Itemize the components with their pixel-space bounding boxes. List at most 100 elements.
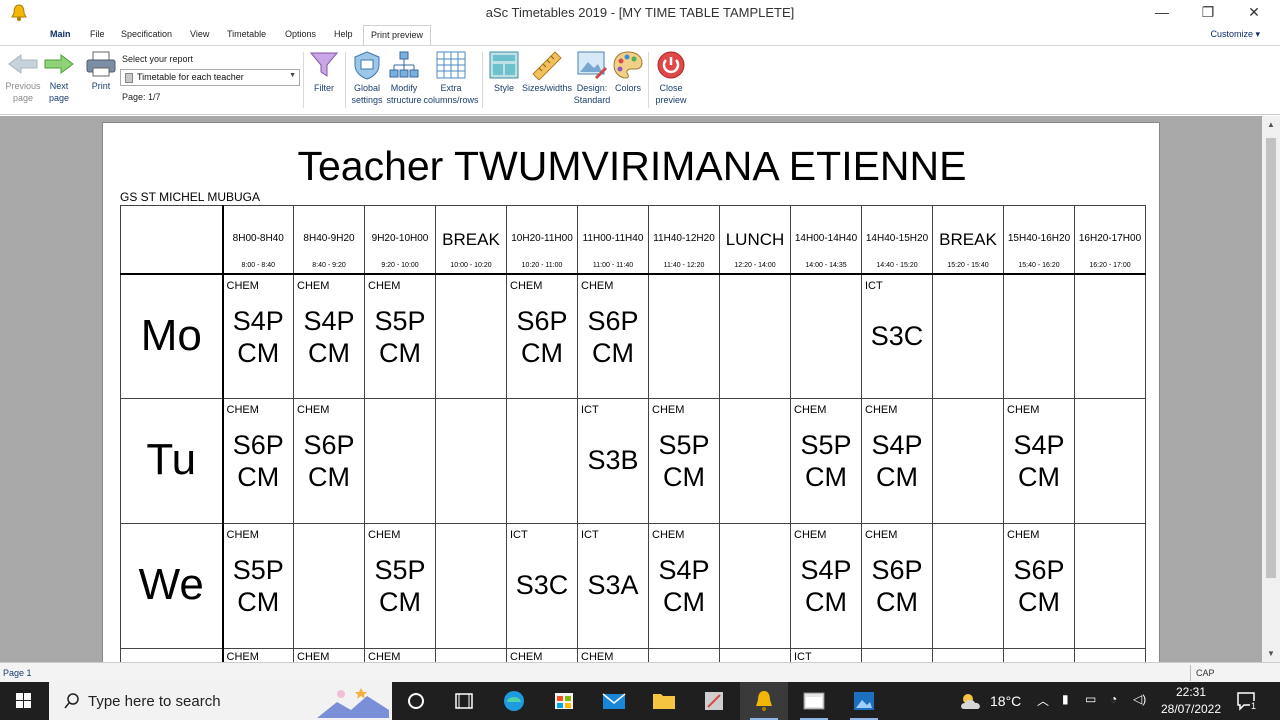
period-header: 11H40-12H20 11:40 - 12:20: [648, 205, 720, 275]
tab-main[interactable]: Main: [50, 29, 71, 39]
lesson-class: S3C: [870, 320, 924, 351]
edge-icon: [504, 691, 524, 711]
tab-view[interactable]: View: [190, 29, 209, 39]
lesson-cell: [1074, 648, 1146, 662]
lesson-cell: CHEM S6P CM: [293, 398, 365, 524]
windows-logo-icon: [16, 693, 31, 708]
maximize-button[interactable]: ❐: [1185, 0, 1231, 25]
lesson-subject: CHEM: [865, 529, 898, 541]
vertical-scrollbar[interactable]: ▲ ▼: [1262, 116, 1280, 662]
edge-app[interactable]: [490, 682, 538, 720]
period-header: 16H20-17H00 16:20 - 17:00: [1074, 205, 1146, 275]
lesson-cell: CHEM S5P CM: [364, 523, 436, 649]
volume-icon[interactable]: ◁): [1133, 692, 1146, 706]
weather-temperature[interactable]: 18°C: [990, 693, 1021, 709]
global-settings-button[interactable]: Global settings: [349, 50, 385, 106]
sizes-widths-button[interactable]: Sizes/widths: [522, 50, 572, 94]
previous-page-label: Previous page: [5, 81, 41, 103]
title-bar: aSc Timetables 2019 - [MY TIME TABLE TAM…: [0, 0, 1280, 25]
battery-icon[interactable]: ▭: [1085, 692, 1096, 706]
lesson-subject: ICT: [510, 529, 528, 541]
calculator-app[interactable]: [690, 682, 738, 720]
day-label: Tu: [146, 435, 197, 484]
modify-structure-label: Modify structure: [386, 83, 422, 105]
lesson-cell: [1003, 648, 1075, 662]
period-header: 9H20-10H00 9:20 - 10:00: [364, 205, 436, 275]
clock-time[interactable]: 22:31: [1158, 685, 1224, 699]
tab-options[interactable]: Options: [285, 29, 316, 39]
period-label: 14H40-15H20: [865, 233, 929, 244]
design-button[interactable]: Design: Standard: [572, 50, 612, 106]
file-explorer-app[interactable]: [640, 682, 688, 720]
lesson-cell: CHEM: [364, 648, 436, 662]
period-time: 11:40 - 12:20: [663, 262, 705, 269]
start-button[interactable]: [0, 682, 48, 720]
store-app[interactable]: [540, 682, 588, 720]
next-page-button[interactable]: Next page: [43, 50, 75, 104]
period-header: 10H20-11H00 10:20 - 11:00: [506, 205, 578, 275]
day-row: Mo CHEM S4P CM CHEM S4P CM CHEM S5P CM CHEM S6P CM CH…: [120, 273, 1146, 399]
day-cell: Tu: [120, 398, 224, 524]
toolbar-divider: [303, 52, 304, 108]
asc-timetables-app[interactable]: [740, 682, 788, 720]
bell-app-icon: [756, 691, 772, 711]
close-preview-button[interactable]: Close preview: [652, 50, 690, 106]
scroll-down-icon[interactable]: ▼: [1262, 645, 1280, 662]
lesson-subject: ICT: [581, 404, 599, 416]
period-time: 9:20 - 10:00: [381, 262, 419, 269]
notification-count: 1: [1250, 701, 1258, 711]
photos-tools-icon: [705, 692, 723, 710]
window-title: aSc Timetables 2019 - [MY TIME TABLE TAM…: [485, 5, 795, 20]
global-settings-label: Global settings: [351, 83, 383, 105]
day-row-partial: CHEM CHEM CHEM CHEM CHEM ICT: [120, 648, 1146, 662]
lesson-cell: CHEM: [577, 648, 649, 662]
sizes-widths-label: Sizes/widths: [522, 83, 573, 93]
report-select[interactable]: Timetable for each teacher ▼: [120, 69, 300, 86]
empty-cell: [1074, 273, 1146, 399]
empty-cell: [719, 523, 791, 649]
filter-button[interactable]: Filter: [306, 50, 342, 94]
scroll-up-icon[interactable]: ▲: [1262, 116, 1280, 133]
task-view-icon: [455, 693, 473, 709]
empty-cell: [790, 273, 862, 399]
lesson-class: S4P CM: [1013, 430, 1065, 492]
cortana-circle-icon: [408, 693, 424, 709]
chevron-up-icon[interactable]: ︿: [1037, 692, 1049, 709]
period-time: 15:40 - 16:20: [1018, 262, 1060, 269]
wifi-icon[interactable]: ◔: [1110, 692, 1117, 706]
mail-app[interactable]: [590, 682, 638, 720]
window-app[interactable]: [790, 682, 838, 720]
scroll-thumb[interactable]: [1266, 138, 1276, 578]
close-window-button[interactable]: ✕: [1231, 0, 1277, 25]
tab-print-preview[interactable]: Print preview: [363, 25, 431, 46]
empty-cell: [435, 398, 507, 524]
style-button[interactable]: Style: [486, 50, 522, 94]
minimize-button[interactable]: —: [1139, 0, 1185, 25]
period-label: 14H00-14H40: [794, 233, 858, 244]
tab-specification[interactable]: Specification: [121, 29, 172, 39]
lesson-cell: CHEM: [293, 648, 365, 662]
lesson-cell: CHEM S4P CM: [222, 273, 294, 399]
period-header: 8H40-9H20 8:40 - 9:20: [293, 205, 365, 275]
lesson-cell: [861, 648, 933, 662]
timetable-grid: 8H00-8H40 8:00 - 8:40 8H40-9H20 8:40 - 9:20…: [120, 205, 1146, 662]
modify-structure-button[interactable]: Modify structure: [385, 50, 423, 106]
customize-menu[interactable]: Customize ▾: [1210, 29, 1260, 40]
print-button[interactable]: Print: [84, 50, 118, 92]
period-header: 8H00-8H40 8:00 - 8:40: [222, 205, 294, 275]
search-highlight-illustration-icon: [317, 688, 389, 718]
task-switcher-button[interactable]: [440, 682, 488, 720]
taskbar-search[interactable]: Type here to search: [49, 682, 392, 720]
previous-page-button[interactable]: Previous page: [4, 50, 42, 104]
tab-file[interactable]: File: [90, 29, 105, 39]
search-icon: [64, 693, 79, 709]
tab-help[interactable]: Help: [334, 29, 353, 39]
clock-date[interactable]: 28/07/2022: [1158, 702, 1224, 716]
extra-columns-button[interactable]: Extra columns/rows: [423, 50, 479, 106]
colors-button[interactable]: Colors: [612, 50, 644, 94]
usb-icon[interactable]: ▮: [1062, 692, 1069, 706]
photos-app[interactable]: [840, 682, 888, 720]
tab-timetable[interactable]: Timetable: [227, 29, 266, 39]
task-view-button[interactable]: [392, 682, 440, 720]
period-label: 8H40-9H20: [303, 233, 355, 244]
